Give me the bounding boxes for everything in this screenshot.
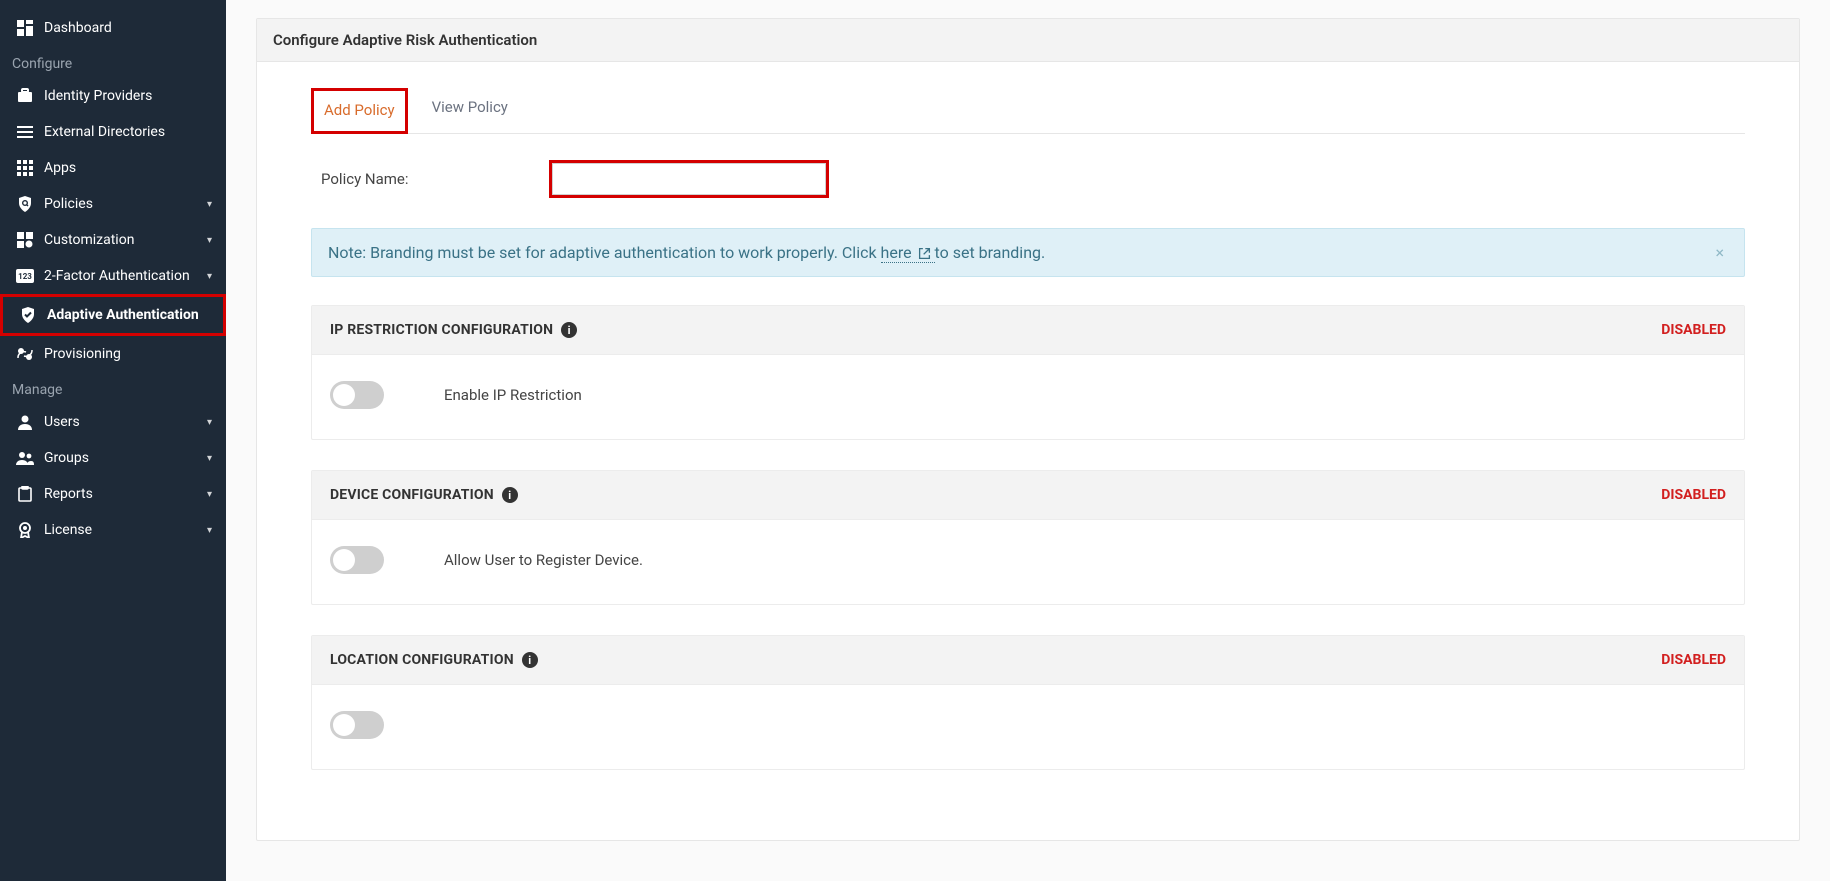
info-icon[interactable]: i <box>561 322 577 338</box>
sidebar-section-manage: Manage <box>0 372 226 404</box>
shield-search-icon <box>14 196 36 212</box>
sidebar-item-label: Reports <box>44 486 207 502</box>
sidebar-item-label: Users <box>44 414 207 430</box>
page-title: Configure Adaptive Risk Authentication <box>257 19 1799 62</box>
policy-name-row: Policy Name: <box>321 160 1745 198</box>
toggle-label: Enable IP Restriction <box>444 386 582 404</box>
sidebar-item-identity-providers[interactable]: Identity Providers <box>0 78 226 114</box>
sidebar-item-groups[interactable]: Groups ▾ <box>0 440 226 476</box>
chevron-down-icon: ▾ <box>207 417 212 428</box>
puzzle-icon <box>14 232 36 248</box>
sidebar-item-label: Customization <box>44 232 207 248</box>
user-icon <box>14 414 36 430</box>
briefcase-icon <box>14 88 36 104</box>
sidebar-item-license[interactable]: License ▾ <box>0 512 226 548</box>
tab-add-policy[interactable]: Add Policy <box>311 88 408 134</box>
info-icon[interactable]: i <box>522 652 538 668</box>
info-icon[interactable]: i <box>502 487 518 503</box>
device-config-card: DEVICE CONFIGURATION i DISABLED Allow Us… <box>311 470 1745 605</box>
policy-tabs: Add Policy View Policy <box>311 88 1745 134</box>
sidebar-item-label: Apps <box>44 160 212 176</box>
chevron-down-icon: ▾ <box>207 271 212 282</box>
sidebar: Dashboard Configure Identity Providers E… <box>0 0 226 881</box>
grid-icon <box>14 160 36 176</box>
card-title: LOCATION CONFIGURATION i <box>330 652 538 668</box>
shield-check-icon <box>17 307 39 323</box>
branding-link[interactable]: here <box>881 243 935 263</box>
device-register-toggle[interactable] <box>330 546 384 574</box>
alert-close-button[interactable]: × <box>1711 243 1728 262</box>
status-badge: DISABLED <box>1661 487 1726 503</box>
chevron-down-icon: ▾ <box>207 235 212 246</box>
sidebar-item-users[interactable]: Users ▾ <box>0 404 226 440</box>
list-icon <box>14 124 36 140</box>
sidebar-item-adaptive-authentication[interactable]: Adaptive Authentication <box>0 294 226 336</box>
sidebar-item-label: Dashboard <box>44 20 212 36</box>
branding-alert: Note: Branding must be set for adaptive … <box>311 228 1745 277</box>
badge-123-icon: 123 <box>14 269 36 283</box>
card-title: DEVICE CONFIGURATION i <box>330 487 518 503</box>
users-icon <box>14 450 36 466</box>
sidebar-item-label: Adaptive Authentication <box>47 307 209 323</box>
sidebar-section-configure: Configure <box>0 46 226 78</box>
sidebar-item-customization[interactable]: Customization ▾ <box>0 222 226 258</box>
ip-restriction-card: IP RESTRICTION CONFIGURATION i DISABLED … <box>311 305 1745 440</box>
tab-view-policy[interactable]: View Policy <box>430 88 510 133</box>
dashboard-icon <box>14 20 36 36</box>
policy-name-input[interactable] <box>552 163 826 195</box>
card-title: IP RESTRICTION CONFIGURATION i <box>330 322 577 338</box>
sidebar-item-external-directories[interactable]: External Directories <box>0 114 226 150</box>
config-panel: Configure Adaptive Risk Authentication A… <box>256 18 1800 841</box>
sidebar-item-label: 2-Factor Authentication <box>44 268 207 284</box>
sidebar-item-reports[interactable]: Reports ▾ <box>0 476 226 512</box>
sidebar-item-2fa[interactable]: 123 2-Factor Authentication ▾ <box>0 258 226 294</box>
sidebar-item-dashboard[interactable]: Dashboard <box>0 10 226 46</box>
clipboard-icon <box>14 486 36 502</box>
ip-restriction-toggle[interactable] <box>330 381 384 409</box>
main-content: Configure Adaptive Risk Authentication A… <box>226 0 1830 881</box>
sync-users-icon <box>14 346 36 362</box>
sidebar-item-label: Groups <box>44 450 207 466</box>
chevron-down-icon: ▾ <box>207 453 212 464</box>
status-badge: DISABLED <box>1661 652 1726 668</box>
location-config-card: LOCATION CONFIGURATION i DISABLED <box>311 635 1745 770</box>
svg-text:123: 123 <box>18 272 32 281</box>
sidebar-item-apps[interactable]: Apps <box>0 150 226 186</box>
chevron-down-icon: ▾ <box>207 525 212 536</box>
sidebar-item-policies[interactable]: Policies ▾ <box>0 186 226 222</box>
sidebar-item-label: External Directories <box>44 124 212 140</box>
external-link-icon <box>918 247 931 260</box>
sidebar-item-label: Provisioning <box>44 346 212 362</box>
award-icon <box>14 522 36 538</box>
chevron-down-icon: ▾ <box>207 489 212 500</box>
location-toggle[interactable] <box>330 711 384 739</box>
policy-name-label: Policy Name: <box>321 170 409 188</box>
sidebar-item-label: Policies <box>44 196 207 212</box>
alert-text: Note: Branding must be set for adaptive … <box>328 243 1045 262</box>
status-badge: DISABLED <box>1661 322 1726 338</box>
sidebar-item-label: License <box>44 522 207 538</box>
toggle-label: Allow User to Register Device. <box>444 551 643 569</box>
chevron-down-icon: ▾ <box>207 199 212 210</box>
sidebar-item-provisioning[interactable]: Provisioning <box>0 336 226 372</box>
policy-name-input-wrap <box>549 160 829 198</box>
sidebar-item-label: Identity Providers <box>44 88 212 104</box>
